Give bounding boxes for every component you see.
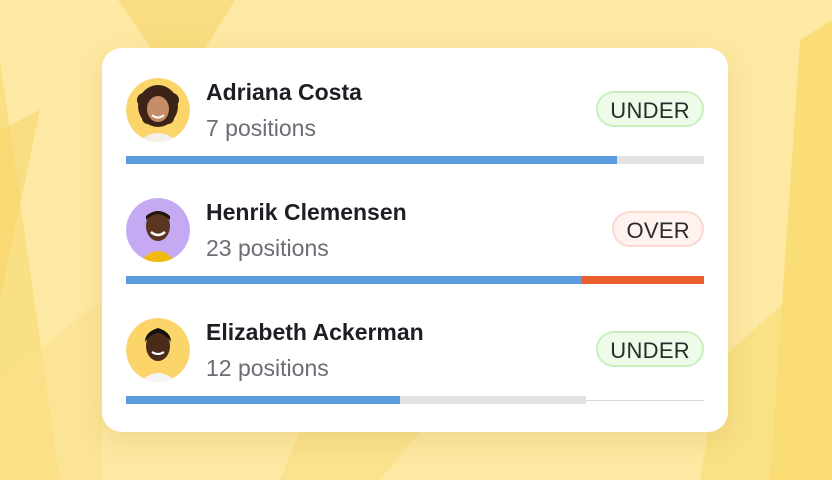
positions-count: 12 positions — [206, 355, 329, 381]
avatar — [126, 198, 190, 262]
page-background: Adriana Costa 7 positions UNDER Henrik C… — [0, 0, 832, 480]
progress-bar — [126, 156, 704, 164]
positions-count: 7 positions — [206, 115, 316, 141]
list-item[interactable]: Henrik Clemensen 23 positions OVER — [126, 198, 704, 308]
person-name: Henrik Clemensen — [206, 199, 407, 225]
progress-bar — [126, 396, 586, 404]
status-badge: OVER — [612, 211, 704, 247]
progress-fill — [126, 396, 400, 404]
status-badge: UNDER — [596, 91, 704, 127]
progress-fill — [126, 276, 582, 284]
avatar — [126, 318, 190, 382]
status-badge: UNDER — [596, 331, 704, 367]
progress-fill — [126, 156, 617, 164]
overflow-fill — [582, 276, 704, 284]
person-name: Adriana Costa — [206, 79, 362, 105]
team-capacity-card: Adriana Costa 7 positions UNDER Henrik C… — [102, 48, 728, 432]
list-item[interactable]: Elizabeth Ackerman 12 positions UNDER — [126, 318, 704, 428]
positions-count: 23 positions — [206, 235, 329, 261]
list-item[interactable]: Adriana Costa 7 positions UNDER — [126, 78, 704, 188]
avatar — [126, 78, 190, 142]
progress-bar — [126, 276, 704, 284]
person-name: Elizabeth Ackerman — [206, 319, 424, 345]
